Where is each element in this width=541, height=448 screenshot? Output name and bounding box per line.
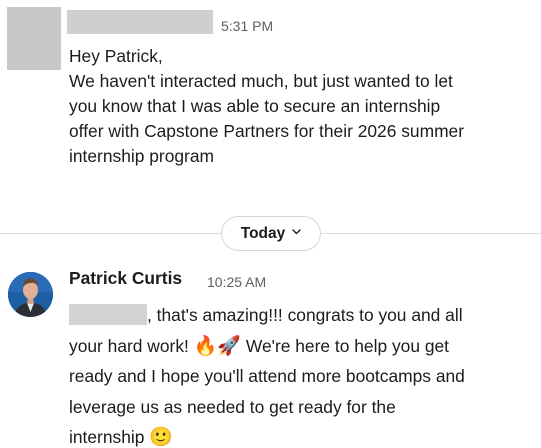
slightly-smiling-face-emoji: 🙂 — [149, 427, 173, 448]
message-line: Hey Patrick, — [69, 46, 163, 66]
sender-name[interactable]: Patrick Curtis — [69, 268, 182, 289]
message-body: , that's amazing!!! congrats to you and … — [69, 300, 537, 448]
message-line: , that's amazing!!! congrats to you and … — [69, 300, 537, 331]
message-body: Hey Patrick, We haven't interacted much,… — [69, 44, 534, 169]
fire-emoji: 🔥 — [193, 335, 218, 357]
message-timestamp[interactable]: 10:25 AM — [207, 274, 266, 290]
message-text: , that's amazing!!! congrats to you and … — [147, 305, 463, 325]
message-line: leverage us as needed to get ready for t… — [69, 396, 396, 417]
avatar-redacted[interactable] — [7, 7, 61, 70]
message-line: you know that I was able to secure an in… — [69, 96, 441, 116]
sender-name-redacted[interactable] — [67, 10, 213, 34]
message-text: We're here to help you get — [241, 335, 449, 356]
chat-pane: 5:31 PM Hey Patrick, We haven't interact… — [0, 0, 541, 448]
message-line: offer with Capstone Partners for their 2… — [69, 121, 465, 141]
message-line: internship 🙂 — [69, 422, 537, 448]
message-text: your hard work! — [69, 335, 189, 356]
message-line: your hard work! 🔥🚀 We're here to help yo… — [69, 331, 537, 362]
rocket-emoji: 🚀 — [217, 335, 242, 357]
message-line: ready and I hope you'll attend more boot… — [69, 366, 465, 386]
message-line: We haven't interacted much, but just wan… — [69, 71, 453, 91]
date-divider-label: Today — [240, 224, 286, 242]
message-line: internship program — [69, 146, 214, 166]
avatar[interactable] — [8, 272, 53, 317]
message-timestamp[interactable]: 5:31 PM — [221, 18, 273, 34]
message-text: internship — [69, 427, 145, 447]
mention-redacted[interactable] — [69, 304, 147, 325]
date-divider-button[interactable]: Today — [221, 216, 321, 251]
message-redacted-sender: 5:31 PM Hey Patrick, We haven't interact… — [0, 0, 541, 200]
chevron-down-icon — [292, 227, 301, 238]
